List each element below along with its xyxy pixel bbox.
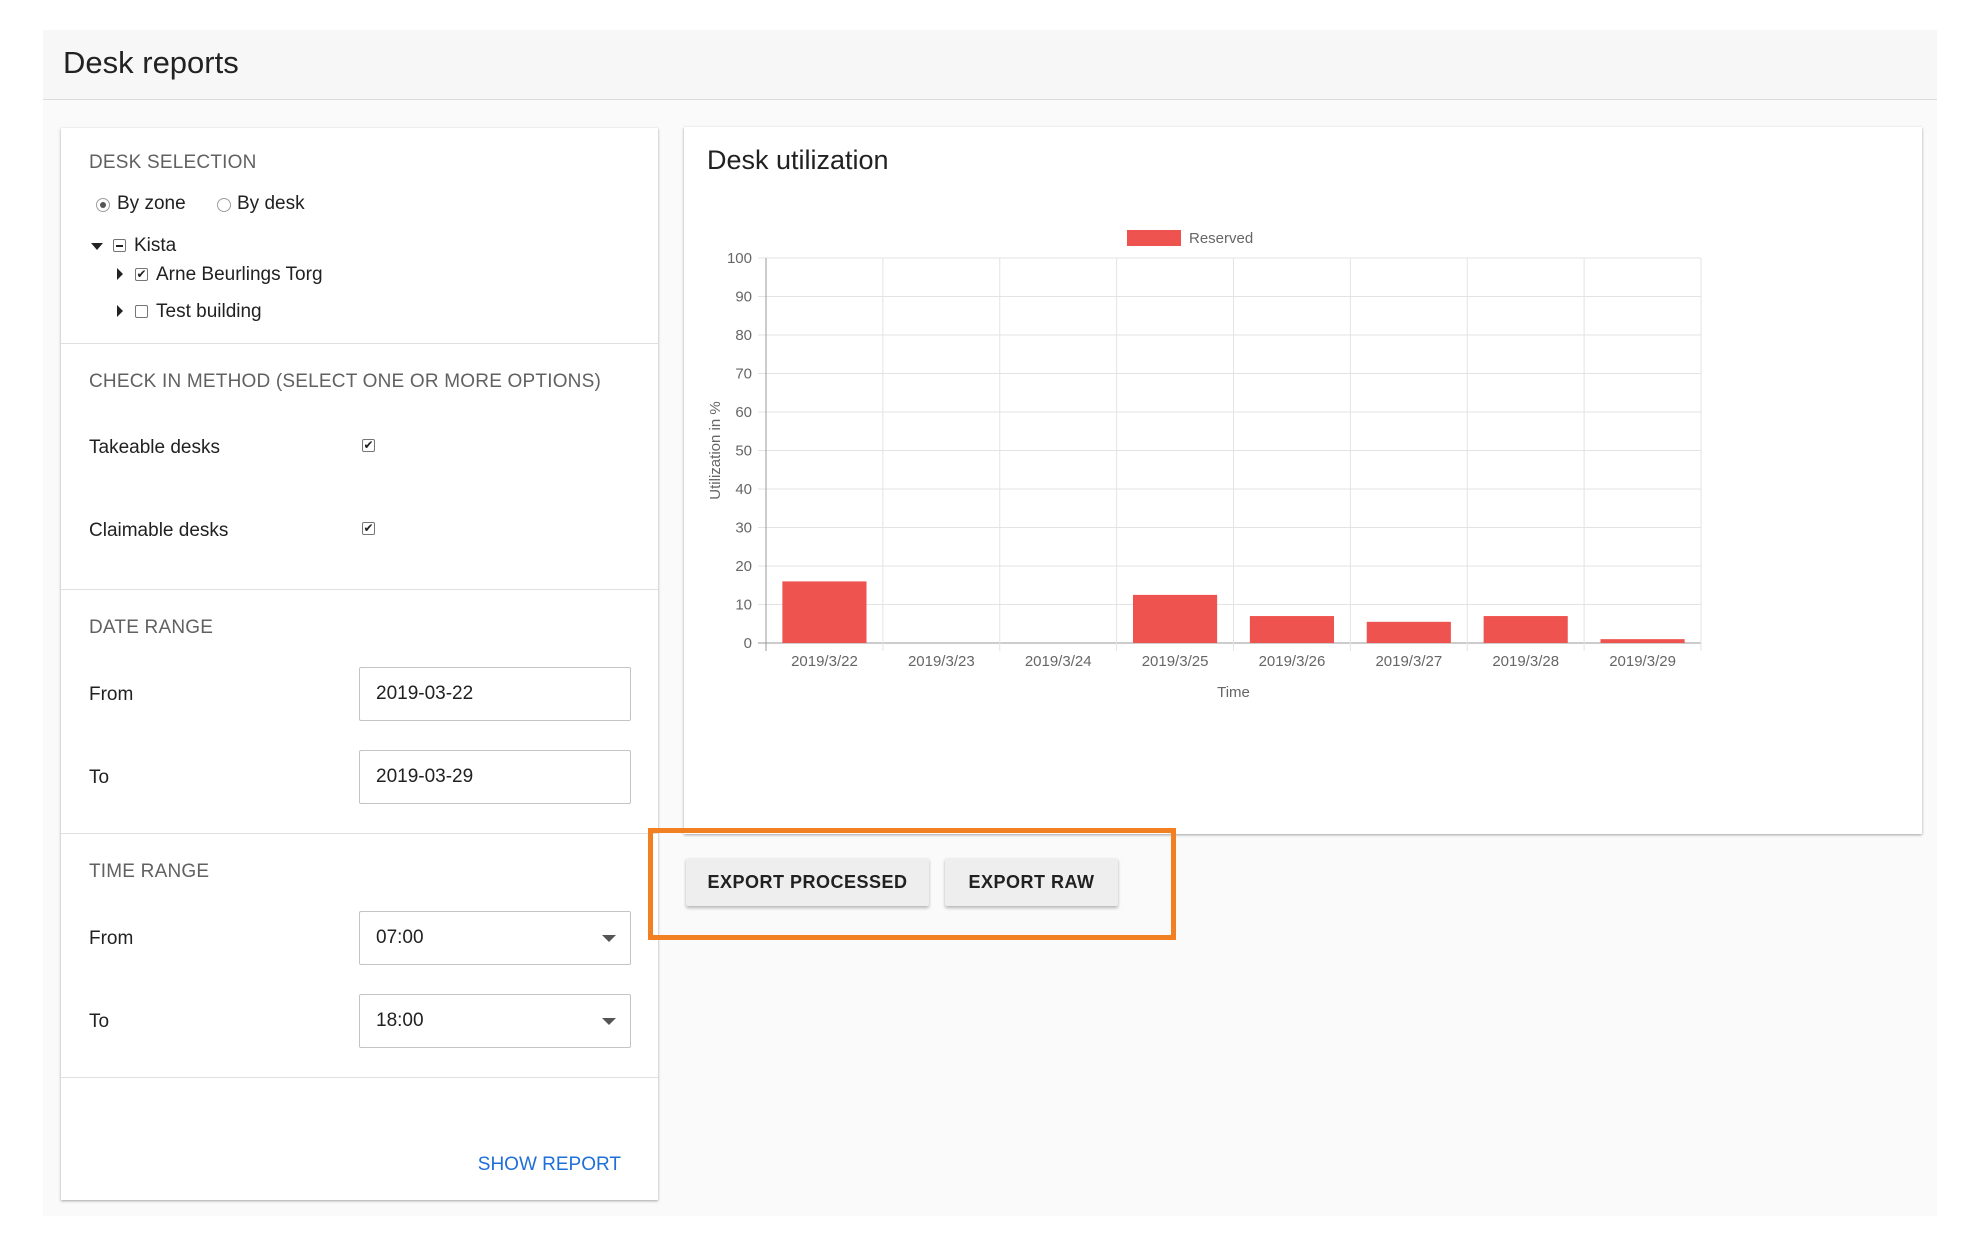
date-from-input[interactable]: 2019-03-22	[359, 667, 631, 721]
check-in-section: CHECK IN METHOD (SELECT ONE OR MORE OPTI…	[61, 344, 658, 590]
x-axis-title: Time	[1217, 684, 1250, 701]
time-from-value: 07:00	[376, 927, 424, 948]
tree-expand-arne-icon[interactable]	[117, 268, 123, 280]
test-building-checkbox[interactable]	[135, 305, 148, 318]
chart-card: Desk utilization 0 10 20 30 40 50 60 70 80 90 100 2…	[684, 127, 1922, 834]
desk-selection-title: DESK SELECTION	[89, 152, 257, 173]
tree-expand-kista-icon[interactable]	[91, 243, 103, 250]
x-tick-label: 2019/3/28	[1492, 653, 1559, 670]
date-range-section: DATE RANGE From 2019-03-22 To 2019-03-29	[61, 590, 658, 834]
tree-item-arne-label: Arne Beurlings Torg	[156, 264, 323, 285]
date-to-label: To	[89, 767, 110, 788]
date-to-value: 2019-03-29	[376, 766, 474, 787]
bar	[1366, 621, 1451, 643]
y-tick-label: 0	[744, 635, 752, 652]
y-tick-label: 90	[735, 289, 752, 306]
filter-panel: DESK SELECTION By zone By desk Kista ✔ A…	[61, 128, 658, 1200]
y-tick-label: 30	[735, 520, 752, 537]
bar	[782, 581, 867, 643]
bar	[1483, 616, 1568, 643]
y-tick-label: 40	[735, 481, 752, 498]
date-to-input[interactable]: 2019-03-29	[359, 750, 631, 804]
page-title: Desk reports	[63, 45, 239, 80]
tree-expand-test-building-icon[interactable]	[117, 305, 123, 317]
desk-selection-section: DESK SELECTION By zone By desk Kista ✔ A…	[61, 128, 658, 344]
x-tick-label: 2019/3/22	[791, 653, 858, 670]
claimable-desks-label: Claimable desks	[89, 520, 229, 541]
date-range-title: DATE RANGE	[89, 617, 214, 638]
x-tick-label: 2019/3/23	[908, 653, 975, 670]
takeable-desks-checkbox[interactable]: ✔	[362, 439, 375, 452]
time-to-label: To	[89, 1011, 110, 1032]
by-zone-label: By zone	[117, 193, 186, 214]
date-from-value: 2019-03-22	[376, 683, 474, 704]
by-desk-radio[interactable]	[217, 198, 231, 212]
bar	[1132, 594, 1218, 643]
by-desk-label: By desk	[237, 193, 305, 214]
y-tick-label: 60	[735, 404, 752, 421]
x-tick-label: 2019/3/27	[1375, 653, 1442, 670]
date-from-label: From	[89, 684, 134, 705]
y-tick-label: 50	[735, 443, 752, 460]
x-tick-label: 2019/3/25	[1142, 653, 1209, 670]
arne-beurlings-torg-checkbox[interactable]: ✔	[135, 268, 148, 281]
page-header: Desk reports	[43, 30, 1937, 100]
legend-swatch	[1127, 230, 1181, 246]
bar	[1249, 616, 1335, 643]
y-tick-label: 100	[727, 250, 752, 267]
y-axis-title: Utilization in %	[707, 401, 724, 499]
claimable-desks-checkbox[interactable]: ✔	[362, 522, 375, 535]
export-highlight-box	[648, 828, 1176, 940]
utilization-chart: 0 10 20 30 40 50 60 70 80 90 100 2019/3/22 2019/3/23…	[707, 230, 1702, 701]
time-range-section: TIME RANGE From 07:00 To 18:00	[61, 834, 658, 1078]
time-range-title: TIME RANGE	[89, 861, 210, 882]
x-tick-label: 2019/3/24	[1025, 653, 1092, 670]
x-tick-label: 2019/3/26	[1259, 653, 1326, 670]
by-zone-radio[interactable]	[96, 198, 110, 212]
app-container: Desk reports DESK SELECTION By zone By d…	[43, 30, 1937, 1216]
y-tick-label: 70	[735, 366, 752, 383]
time-to-select[interactable]: 18:00	[359, 994, 631, 1048]
chevron-down-icon	[602, 1018, 616, 1025]
tree-item-kista-label: Kista	[134, 235, 177, 256]
tree-item-test-building-label: Test building	[156, 301, 262, 322]
time-to-value: 18:00	[376, 1010, 424, 1031]
y-tick-label: 20	[735, 558, 752, 575]
x-tick-label: 2019/3/29	[1609, 653, 1676, 670]
kista-checkbox[interactable]	[113, 239, 126, 252]
y-tick-label: 10	[735, 597, 752, 614]
show-report-button[interactable]: SHOW REPORT	[478, 1154, 621, 1176]
time-from-select[interactable]: 07:00	[359, 911, 631, 965]
check-in-title: CHECK IN METHOD (SELECT ONE OR MORE OPTI…	[89, 371, 601, 392]
legend-label: Reserved	[1189, 230, 1253, 247]
chevron-down-icon	[602, 935, 616, 942]
time-from-label: From	[89, 928, 134, 949]
y-tick-label: 80	[735, 327, 752, 344]
bar	[1600, 639, 1685, 643]
takeable-desks-label: Takeable desks	[89, 437, 220, 458]
